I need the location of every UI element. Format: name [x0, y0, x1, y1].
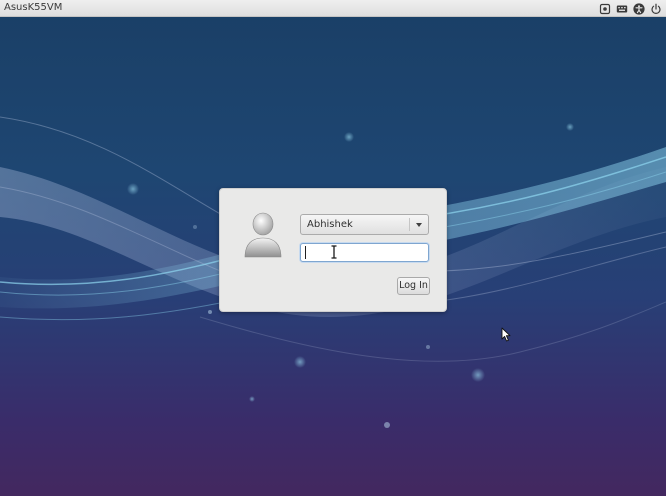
indicator-tray [599, 2, 662, 15]
mouse-pointer-icon [501, 327, 511, 342]
login-screen: AsusK55VM Abhishek Log In [0, 0, 666, 496]
accessibility-icon[interactable] [633, 2, 645, 15]
login-dialog: Abhishek Log In [219, 188, 447, 312]
top-panel: AsusK55VM [0, 0, 666, 17]
selected-user-label: Abhishek [307, 219, 353, 230]
text-caret [305, 246, 306, 259]
hostname-label: AsusK55VM [4, 2, 63, 13]
password-field[interactable] [300, 243, 429, 262]
chevron-down-icon [416, 223, 422, 227]
login-button[interactable]: Log In [397, 277, 430, 295]
keyboard-layout-icon[interactable] [616, 3, 628, 15]
power-icon[interactable] [650, 3, 662, 15]
dropdown-separator [409, 218, 410, 231]
session-icon[interactable] [599, 3, 611, 15]
user-avatar-icon [244, 212, 282, 258]
ibeam-cursor-icon [331, 245, 337, 259]
user-select-dropdown[interactable]: Abhishek [300, 214, 429, 235]
